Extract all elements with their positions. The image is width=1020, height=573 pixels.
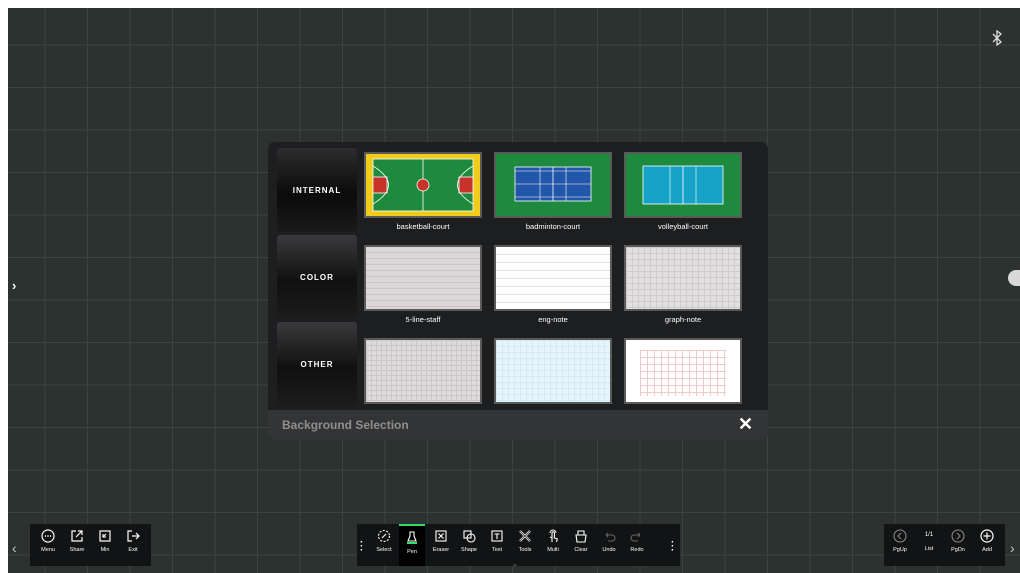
tile-label: volleyball-court xyxy=(657,222,709,231)
page-down-button[interactable]: PgDn xyxy=(945,524,971,566)
list-label: List xyxy=(924,546,934,552)
add-icon xyxy=(980,529,994,543)
tab-other[interactable]: OTHER xyxy=(277,322,357,406)
clear-icon xyxy=(575,530,587,543)
add-page-button[interactable]: Add xyxy=(974,524,1000,566)
shape-icon xyxy=(463,530,476,543)
volleyball-court-thumbnail xyxy=(624,152,742,218)
tile-grid-pink[interactable] xyxy=(624,338,742,408)
menu-label: Menu xyxy=(41,547,55,553)
multi-button[interactable]: Multi xyxy=(540,524,566,566)
tile-eng-note[interactable]: eng-note xyxy=(494,245,612,324)
tile-label: 5-line-staff xyxy=(405,315,441,324)
text-label: Text xyxy=(491,547,503,553)
add-label: Add xyxy=(982,547,992,553)
collapse-right-arrow-icon[interactable]: › xyxy=(1010,540,1015,556)
bluetooth-icon[interactable] xyxy=(990,30,1004,46)
min-button[interactable]: Min xyxy=(92,524,118,566)
tile-graph-note[interactable]: graph-note xyxy=(624,245,742,324)
pen-label: Pen xyxy=(407,549,417,555)
grid-blue-thumbnail xyxy=(494,338,612,404)
minimize-icon xyxy=(99,530,111,542)
tile-5-line-staff[interactable]: 5-line-staff xyxy=(364,245,482,324)
menu-button[interactable]: Menu xyxy=(35,524,61,566)
undo-icon xyxy=(605,532,616,542)
toolbar-expand-icon[interactable]: ⌄ xyxy=(512,560,518,568)
tile-badminton-court[interactable]: badminton-court xyxy=(494,152,612,231)
min-label: Min xyxy=(100,547,110,553)
tab-color[interactable]: COLOR xyxy=(277,235,357,319)
tile-basketball-court[interactable]: basketball-court xyxy=(364,152,482,231)
pen-icon xyxy=(407,531,417,544)
center-toolbar: · · · Select Pen Eraser Shape Text Tools M… xyxy=(357,524,680,568)
clear-label: Clear xyxy=(574,547,588,553)
eraser-label: Eraser xyxy=(432,547,450,553)
tile-label: eng-note xyxy=(538,315,568,324)
select-label: Select xyxy=(376,547,392,553)
drag-handle-right-icon[interactable]: · · · xyxy=(671,538,674,556)
eraser-icon xyxy=(435,530,447,542)
drag-handle-left-icon[interactable]: · · · xyxy=(360,538,363,556)
left-drawer-handle[interactable]: › xyxy=(12,278,16,293)
eraser-button[interactable]: Eraser xyxy=(428,524,454,566)
tab-internal[interactable]: INTERNAL xyxy=(277,148,357,232)
collapse-left-arrow-icon[interactable]: ‹ xyxy=(12,540,17,556)
dialog-title: Background Selection xyxy=(282,418,409,432)
tile-grid-gray[interactable] xyxy=(364,338,482,408)
grid-gray-thumbnail xyxy=(364,338,482,404)
undo-label: Undo xyxy=(602,547,616,553)
exit-icon xyxy=(127,530,140,542)
tile-label: badminton-court xyxy=(525,222,581,231)
close-icon[interactable]: ✕ xyxy=(738,414,753,435)
multi-label: Multi xyxy=(547,547,559,553)
basketball-court-thumbnail xyxy=(364,152,482,218)
exit-label: Exit xyxy=(128,547,138,553)
grid-pink-thumbnail xyxy=(624,338,742,404)
tile-label: graph-note xyxy=(664,315,702,324)
tools-icon xyxy=(519,530,531,542)
dialog-footer: Background Selection ✕ xyxy=(268,410,768,440)
redo-icon xyxy=(630,532,641,542)
redo-label: Redo xyxy=(630,547,644,553)
shape-label: Shape xyxy=(461,547,477,553)
category-tabs: INTERNAL COLOR OTHER xyxy=(277,148,357,409)
shape-button[interactable]: Shape xyxy=(456,524,482,566)
undo-button[interactable]: Undo xyxy=(596,524,622,566)
select-icon xyxy=(377,529,391,543)
staff-thumbnail xyxy=(364,245,482,311)
multi-touch-icon xyxy=(549,529,559,543)
select-button[interactable]: Select xyxy=(371,524,397,566)
right-drawer-handle[interactable] xyxy=(1008,270,1020,286)
pen-button[interactable]: Pen xyxy=(399,524,425,566)
text-button[interactable]: Text xyxy=(484,524,510,566)
exit-button[interactable]: Exit xyxy=(120,524,146,566)
page-counter: 1/1 xyxy=(924,532,934,538)
background-selection-dialog: INTERNAL COLOR OTHER basketball-court ba… xyxy=(268,142,768,440)
right-toolbar: PgUp 1/1 List PgDn Add xyxy=(884,524,1005,566)
graph-note-thumbnail xyxy=(624,245,742,311)
tile-label: basketball-court xyxy=(396,222,450,231)
page-up-icon xyxy=(893,529,907,543)
page-up-label: PgUp xyxy=(893,547,907,553)
tile-volleyball-court[interactable]: volleyball-court xyxy=(624,152,742,231)
tile-grid-blue[interactable] xyxy=(494,338,612,408)
page-down-label: PgDn xyxy=(951,547,965,553)
clear-button[interactable]: Clear xyxy=(568,524,594,566)
menu-icon xyxy=(41,529,55,543)
share-button[interactable]: Share xyxy=(64,524,90,566)
redo-button[interactable]: Redo xyxy=(624,524,650,566)
page-down-icon xyxy=(951,529,965,543)
share-icon xyxy=(71,530,83,542)
left-toolbar: Menu Share Min Exit xyxy=(30,524,151,566)
tools-label: Tools xyxy=(518,547,532,553)
text-icon xyxy=(491,530,503,542)
page-up-button[interactable]: PgUp xyxy=(887,524,913,566)
list-button[interactable]: 1/1 List xyxy=(916,524,942,566)
eng-note-thumbnail xyxy=(494,245,612,311)
share-label: Share xyxy=(69,547,85,553)
badminton-court-thumbnail xyxy=(494,152,612,218)
